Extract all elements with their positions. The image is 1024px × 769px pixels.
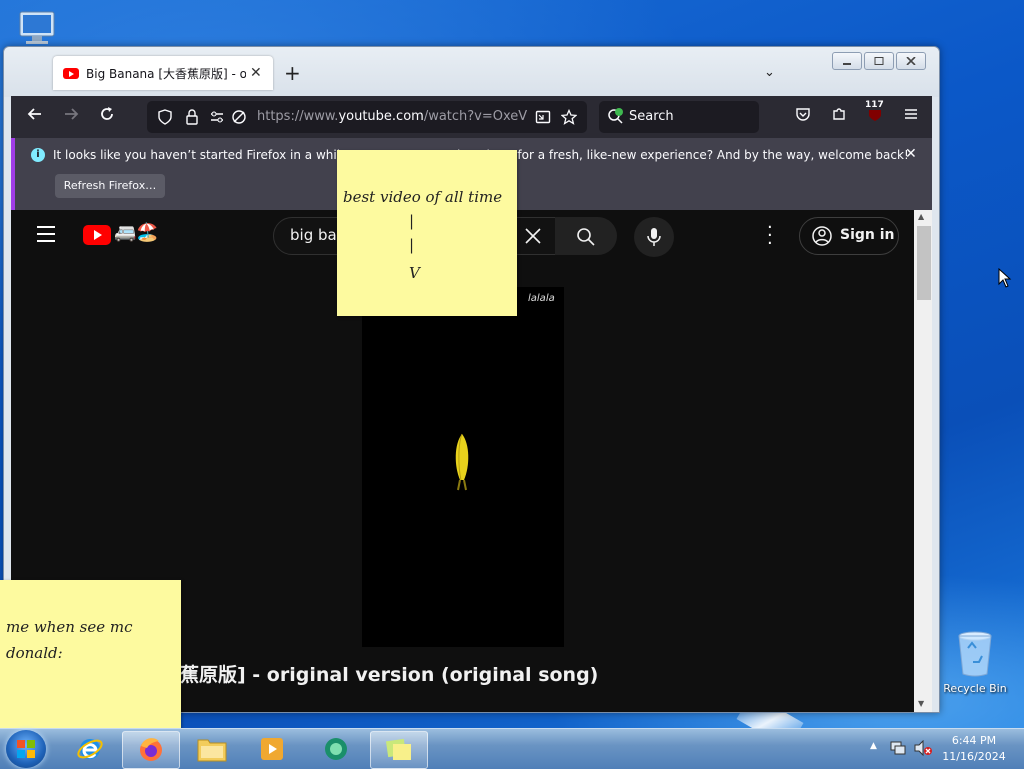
sticky-note-line: me when see mc xyxy=(6,618,133,636)
permissions-icon[interactable] xyxy=(209,109,225,125)
youtube-favicon-icon xyxy=(63,67,79,79)
sign-in-label: Sign in xyxy=(840,227,895,243)
forward-button[interactable] xyxy=(59,105,83,129)
window-controls xyxy=(832,52,926,70)
internet-explorer-icon xyxy=(77,739,103,759)
navigation-toolbar: https://www.youtube.com/watch?v=OxeV7O S… xyxy=(11,96,932,138)
windows-logo-icon xyxy=(17,740,35,758)
extension-badge-count: 117 xyxy=(865,100,884,110)
notification-close-icon[interactable]: ✕ xyxy=(905,146,917,162)
media-player-icon xyxy=(261,738,283,760)
shield-icon[interactable] xyxy=(157,109,173,125)
extensions-button[interactable] xyxy=(827,105,851,129)
info-icon: i xyxy=(31,148,45,162)
sticky-note-2[interactable]: me when see mc donald: xyxy=(0,580,181,729)
clock-date: 11/16/2024 xyxy=(942,750,1006,763)
video-title: 香蕉原版] - original version (original song) xyxy=(161,664,599,686)
picture-in-picture-icon[interactable] xyxy=(535,109,551,125)
search-placeholder: Search xyxy=(629,109,674,124)
new-tab-button[interactable]: + xyxy=(284,63,301,83)
network-icon[interactable] xyxy=(890,741,906,755)
google-search-icon xyxy=(608,108,623,124)
sticky-notes-taskbar-button[interactable] xyxy=(370,731,428,769)
recycle-bin[interactable]: Recycle Bin xyxy=(938,630,1012,695)
autoplay-blocked-icon[interactable] xyxy=(231,109,247,125)
back-button[interactable] xyxy=(23,105,47,129)
maximize-button[interactable] xyxy=(864,52,894,70)
sticky-note-line: | xyxy=(409,212,415,230)
scroll-up-icon[interactable]: ▲ xyxy=(918,212,924,221)
app-menu-button[interactable] xyxy=(899,105,923,129)
show-hidden-icons[interactable]: ▲ xyxy=(870,741,877,751)
hamburger-menu-icon xyxy=(905,109,917,119)
more-options-icon[interactable]: · · · xyxy=(767,219,773,253)
close-window-button[interactable] xyxy=(896,52,926,70)
internet-explorer-taskbar-button[interactable] xyxy=(62,731,118,767)
youtube-menu-icon[interactable] xyxy=(37,226,55,247)
pocket-button[interactable] xyxy=(791,105,815,129)
volume-muted-icon[interactable] xyxy=(914,740,932,756)
refresh-firefox-button[interactable]: Refresh Firefox… xyxy=(55,174,165,198)
taskbar: ▲ 6:44 PM 11/16/2024 xyxy=(0,728,1024,769)
sticky-note-1[interactable]: best video of all time | | V xyxy=(337,150,517,316)
address-bar[interactable]: https://www.youtube.com/watch?v=OxeV7O xyxy=(147,101,587,133)
system-clock[interactable]: 6:44 PM 11/16/2024 xyxy=(940,733,1008,765)
forward-arrow-icon xyxy=(65,108,79,120)
sticky-note-line: donald: xyxy=(6,644,63,662)
puzzle-icon xyxy=(833,108,845,120)
video-player[interactable]: lalala xyxy=(362,287,564,647)
minimize-button[interactable] xyxy=(832,52,862,70)
minimize-icon xyxy=(843,63,851,65)
bookmark-star-icon[interactable] xyxy=(561,109,577,125)
voice-search-button[interactable] xyxy=(634,217,674,257)
folder-icon xyxy=(197,739,227,762)
start-button[interactable] xyxy=(6,730,46,768)
sticky-note-line: best video of all time xyxy=(343,188,503,206)
app-taskbar-button[interactable] xyxy=(308,731,364,767)
recycle-bin-icon xyxy=(958,631,992,677)
youtube-search-button[interactable] xyxy=(555,217,617,255)
tab-youtube[interactable]: Big Banana [大香蕉原版] - original version (o… xyxy=(53,56,273,90)
explorer-taskbar-button[interactable] xyxy=(184,731,240,767)
sticky-notes-icon xyxy=(385,738,411,760)
search-icon xyxy=(577,228,595,246)
scroll-down-icon[interactable]: ▼ xyxy=(918,699,924,708)
youtube-logo-icon[interactable] xyxy=(83,225,111,245)
media-player-taskbar-button[interactable] xyxy=(244,731,300,767)
list-all-tabs-button[interactable]: ⌄ xyxy=(764,65,775,80)
back-arrow-icon xyxy=(27,108,41,120)
url-text: https://www.youtube.com/watch?v=OxeV7O xyxy=(257,109,527,124)
reload-button[interactable] xyxy=(95,105,119,129)
firefox-taskbar-button[interactable] xyxy=(122,731,180,769)
tab-close-icon[interactable]: ✕ xyxy=(250,65,262,81)
clock-time: 6:44 PM xyxy=(951,734,997,747)
search-input[interactable]: Search xyxy=(599,101,759,133)
page-scrollbar[interactable]: ▲ ▼ xyxy=(914,210,932,712)
sticky-note-line: V xyxy=(409,264,420,282)
recycle-bin-label: Recycle Bin xyxy=(943,682,1007,695)
account-icon xyxy=(812,226,832,246)
maximize-icon xyxy=(874,57,884,65)
youtube-doodle[interactable]: 🚐🏖️ xyxy=(114,222,159,243)
sticky-note-line: | xyxy=(409,236,415,254)
computer-icon[interactable] xyxy=(14,8,62,48)
lock-icon[interactable] xyxy=(185,109,199,125)
dancing-banana-image xyxy=(455,433,469,491)
reload-icon xyxy=(101,107,113,120)
pocket-icon xyxy=(796,108,810,121)
video-watermark: lalala xyxy=(528,293,555,304)
scroll-thumb[interactable] xyxy=(917,226,931,300)
mouse-pointer-icon xyxy=(998,267,1012,292)
firefox-icon xyxy=(140,738,162,761)
microphone-icon xyxy=(647,228,661,246)
app-globe-icon xyxy=(325,738,347,760)
tab-title: Big Banana [大香蕉原版] - original version (o… xyxy=(86,66,246,81)
close-icon xyxy=(906,57,916,65)
sign-in-button[interactable]: Sign in xyxy=(799,217,899,255)
clear-search-icon[interactable] xyxy=(524,227,542,245)
